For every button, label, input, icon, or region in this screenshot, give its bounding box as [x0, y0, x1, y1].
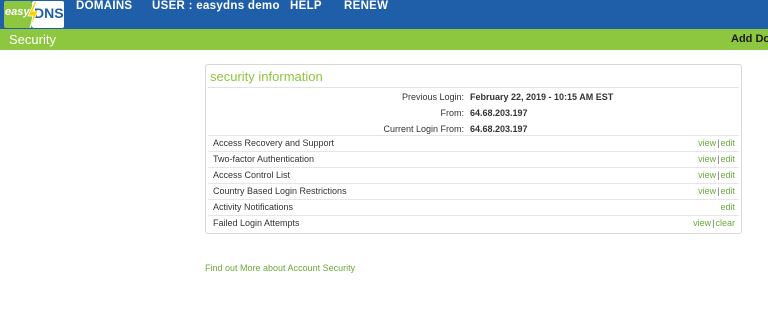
add-domain-link[interactable]: Add Dom: [731, 33, 768, 45]
divider: [208, 87, 739, 88]
edit-link[interactable]: edit: [720, 154, 735, 164]
panel-heading: security information: [210, 69, 323, 84]
list-item-country-restrictions: Country Based Login Restrictions view|ed…: [208, 183, 739, 200]
lightning-bolt-icon: [27, 1, 39, 28]
row-label: Activity Notifications: [213, 202, 294, 212]
edit-link[interactable]: edit: [720, 138, 735, 148]
list-item-two-factor: Two-factor Authentication view|edit: [208, 151, 739, 168]
row-label: Access Control List: [213, 170, 291, 180]
row-label: Country Based Login Restrictions: [213, 186, 347, 196]
row-actions: view|edit: [698, 154, 735, 164]
row-label: Failed Login Attempts: [213, 218, 300, 228]
page-title: Security: [9, 32, 56, 47]
row-label: Access Recovery and Support: [213, 138, 335, 148]
view-link[interactable]: view: [698, 170, 716, 180]
clear-link[interactable]: clear: [715, 218, 735, 228]
edit-link[interactable]: edit: [720, 202, 735, 212]
previous-login-label: Previous Login:: [401, 92, 464, 102]
list-item-activity-notifications: Activity Notifications edit: [208, 199, 739, 216]
list-item-access-control: Access Control List view|edit: [208, 167, 739, 184]
nav-user[interactable]: USER : easydns demo: [152, 0, 280, 29]
from-value: 64.68.203.197: [470, 108, 528, 118]
list-item-failed-logins: Failed Login Attempts view|clear: [208, 215, 739, 232]
nav-help[interactable]: HELP: [290, 0, 322, 29]
row-actions: edit: [720, 202, 735, 212]
account-security-info-link[interactable]: Find out More about Account Security: [205, 263, 355, 273]
row-label: Two-factor Authentication: [213, 154, 315, 164]
edit-link[interactable]: edit: [720, 170, 735, 180]
row-actions: view|edit: [698, 138, 735, 148]
page-title-bar: Security Add Dom: [0, 29, 768, 50]
from-label: From:: [440, 108, 465, 118]
row-actions: view|edit: [698, 186, 735, 196]
edit-link[interactable]: edit: [720, 186, 735, 196]
security-info-panel: security information Previous Login: Feb…: [205, 64, 742, 234]
view-link[interactable]: view: [698, 138, 716, 148]
top-nav-bar: easy DNS DOMAINS USER : easydns demo HEL…: [0, 0, 768, 29]
row-actions: view|clear: [693, 218, 735, 228]
nav-domains[interactable]: DOMAINS: [76, 0, 132, 29]
previous-login-value: February 22, 2019 - 10:15 AM EST: [470, 92, 614, 102]
view-link[interactable]: view: [698, 186, 716, 196]
view-link[interactable]: view: [698, 154, 716, 164]
nav-renew[interactable]: RENEW: [344, 0, 388, 29]
easydns-logo[interactable]: easy DNS: [2, 1, 64, 28]
current-login-value: 64.68.203.197: [470, 124, 528, 134]
view-link[interactable]: view: [693, 218, 711, 228]
row-actions: view|edit: [698, 170, 735, 180]
list-item-access-recovery: Access Recovery and Support view|edit: [208, 135, 739, 152]
current-login-label: Current Login From:: [383, 124, 464, 134]
